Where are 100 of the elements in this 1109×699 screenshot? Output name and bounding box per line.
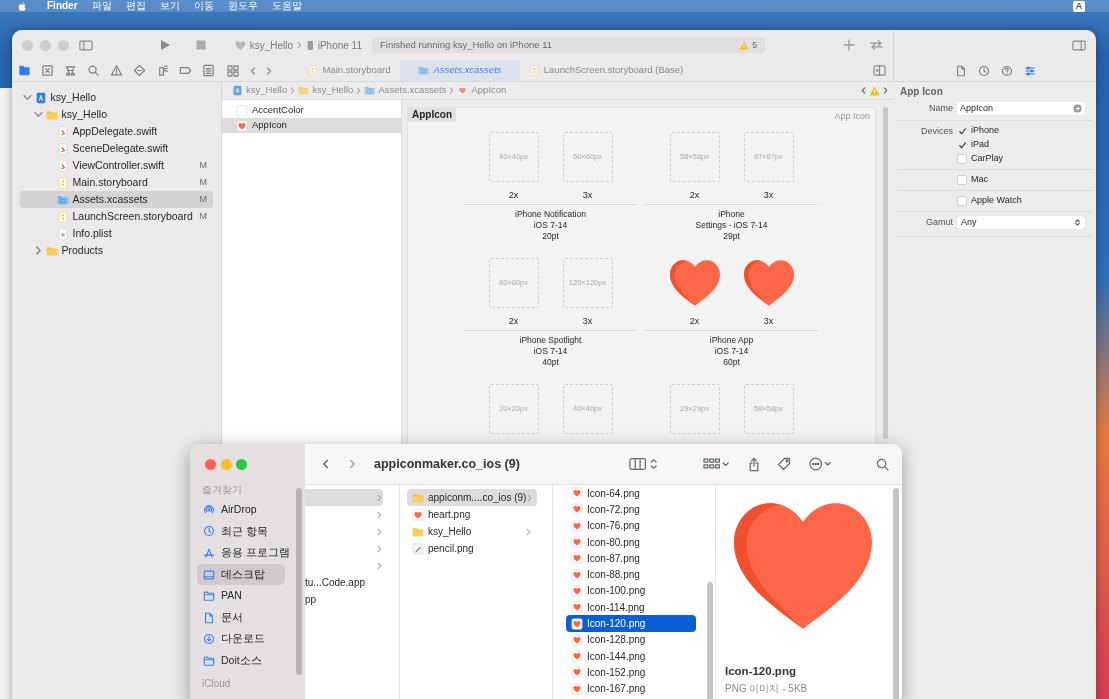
sliders-icon[interactable] bbox=[1024, 64, 1036, 77]
navigator-item[interactable]: Main.storyboard M bbox=[20, 174, 213, 191]
document-icon[interactable] bbox=[955, 64, 967, 77]
file-row[interactable]: Icon-80.png bbox=[566, 533, 696, 551]
checkbox[interactable] bbox=[957, 154, 967, 164]
sidebar-item[interactable]: AirDrop bbox=[197, 499, 285, 521]
hierarchy-icon[interactable] bbox=[64, 64, 77, 77]
file-row[interactable]: pencil.png bbox=[407, 540, 537, 557]
close-button[interactable] bbox=[205, 459, 216, 470]
checkbox[interactable] bbox=[957, 196, 967, 206]
name-field[interactable]: AppIcon bbox=[957, 102, 1085, 115]
file-row[interactable]: Icon-128.png bbox=[566, 631, 696, 648]
disclosure-icon[interactable] bbox=[33, 246, 43, 255]
chevron-icon bbox=[448, 86, 456, 95]
clock-icon[interactable] bbox=[978, 64, 990, 77]
scrollbar[interactable] bbox=[883, 107, 888, 439]
search-icon[interactable] bbox=[87, 64, 100, 77]
gamut-dropdown[interactable]: Any bbox=[957, 216, 1085, 230]
file-row[interactable]: pp bbox=[305, 591, 383, 608]
inspector-toggle-icon[interactable] bbox=[1072, 39, 1086, 51]
swap-arrows-icon[interactable] bbox=[869, 39, 884, 51]
plist-file-icon bbox=[56, 227, 69, 240]
checkbox[interactable] bbox=[957, 140, 967, 150]
sidebar-toggle-icon[interactable] bbox=[79, 39, 93, 51]
column-view-icon[interactable] bbox=[629, 457, 658, 471]
navigator-item[interactable]: ViewController.swift M bbox=[20, 157, 213, 174]
sidebar-item[interactable]: 문서 bbox=[197, 606, 285, 629]
file-row[interactable]: heart.png bbox=[407, 506, 537, 523]
file-row[interactable]: Icon-72.png bbox=[566, 501, 696, 518]
asset-item[interactable]: AppIcon bbox=[222, 118, 401, 133]
checkbox[interactable] bbox=[957, 126, 967, 136]
file-row[interactable]: appiconm....co_ios (9) bbox=[407, 489, 537, 506]
desktop-icon bbox=[203, 568, 215, 581]
file-row[interactable]: Icon-152.png bbox=[566, 664, 696, 681]
sidebar-item[interactable]: 최근 항목 bbox=[197, 520, 285, 543]
file-row[interactable]: Icon-100.png bbox=[566, 582, 696, 600]
file-row[interactable]: Icon-87.png bbox=[566, 550, 696, 567]
navigator-item[interactable]: Info.plist bbox=[20, 225, 213, 242]
navigator-item[interactable]: Assets.xcassets M bbox=[20, 191, 213, 208]
forward-icon[interactable] bbox=[348, 458, 357, 470]
grid-icon[interactable] bbox=[227, 64, 239, 77]
navigator-item[interactable]: AppDelegate.swift bbox=[20, 123, 213, 140]
share-icon[interactable] bbox=[748, 456, 760, 472]
file-row[interactable]: Icon-114.png bbox=[566, 599, 696, 616]
folder-icon bbox=[45, 244, 58, 257]
scheme-selector[interactable]: ksy_Hello iPhone 11 bbox=[234, 37, 362, 53]
sidebar-item[interactable]: PAN bbox=[197, 585, 285, 607]
slot-caption: 29pt bbox=[723, 230, 740, 242]
slot-caption: iOS 7-14 bbox=[714, 345, 749, 357]
navigator-item[interactable]: SceneDelegate.swift bbox=[20, 140, 213, 157]
apple-menu-icon[interactable] bbox=[17, 0, 27, 12]
x-square-icon[interactable] bbox=[41, 64, 54, 77]
previous-issue-icon[interactable] bbox=[860, 86, 867, 95]
forward-icon[interactable] bbox=[265, 65, 273, 76]
diamond-icon[interactable] bbox=[133, 64, 146, 77]
file-row[interactable]: ksy_Hello bbox=[407, 523, 537, 540]
heart-file-icon bbox=[571, 682, 583, 695]
zoom-button[interactable] bbox=[236, 459, 247, 470]
checkbox[interactable] bbox=[957, 175, 967, 185]
scrollbar[interactable] bbox=[707, 582, 713, 699]
stop-icon[interactable] bbox=[196, 40, 206, 50]
warning-icon[interactable] bbox=[110, 64, 123, 77]
next-issue-icon[interactable] bbox=[882, 86, 889, 95]
navigator-item[interactable]: LaunchScreen.storyboard M bbox=[20, 208, 213, 225]
list-icon[interactable] bbox=[202, 64, 215, 77]
file-row[interactable]: tu...Code.app bbox=[305, 574, 383, 591]
scrollbar[interactable] bbox=[893, 488, 899, 699]
heart-icon bbox=[236, 119, 248, 132]
go-arrow-icon[interactable] bbox=[1073, 104, 1082, 113]
back-icon[interactable] bbox=[321, 458, 330, 470]
navigator-item[interactable]: Products bbox=[20, 242, 213, 259]
add-icon[interactable] bbox=[843, 39, 855, 51]
tag-icon[interactable] bbox=[777, 457, 791, 471]
scrollbar[interactable] bbox=[296, 488, 302, 675]
help-icon[interactable] bbox=[1001, 64, 1013, 77]
file-row[interactable]: Icon-144.png bbox=[566, 647, 696, 665]
file-row[interactable]: Icon-167.png bbox=[566, 680, 696, 697]
back-icon[interactable] bbox=[249, 65, 257, 76]
add-editor-icon[interactable] bbox=[873, 65, 886, 76]
disclosure-icon[interactable] bbox=[22, 93, 32, 102]
tag-icon[interactable] bbox=[179, 64, 192, 77]
folder-icon[interactable] bbox=[18, 64, 31, 77]
navigator-item[interactable]: ksy_Hello bbox=[20, 106, 213, 123]
spray-icon[interactable] bbox=[156, 64, 169, 77]
sidebar-item[interactable]: Doit소스 bbox=[197, 650, 285, 672]
sidebar-item[interactable]: 데스크탑 bbox=[197, 563, 285, 586]
file-row[interactable]: Icon-64.png bbox=[566, 485, 696, 502]
warning-count[interactable]: 5 bbox=[752, 38, 757, 52]
asset-item[interactable]: AccentColor bbox=[222, 103, 401, 118]
input-source-icon[interactable]: A bbox=[1073, 0, 1085, 12]
file-row[interactable]: Icon-76.png bbox=[566, 517, 696, 534]
file-row[interactable]: Icon-88.png bbox=[566, 566, 696, 583]
group-icon[interactable] bbox=[703, 457, 730, 471]
heart-file-icon bbox=[571, 601, 583, 614]
file-row[interactable]: Icon-120.png bbox=[566, 615, 696, 632]
search-icon[interactable] bbox=[876, 457, 889, 471]
run-icon[interactable] bbox=[159, 39, 171, 51]
disclosure-icon[interactable] bbox=[33, 110, 43, 119]
sidebar-item[interactable]: 다운로드 bbox=[197, 628, 285, 651]
navigator-item[interactable]: ksy_Hello bbox=[20, 89, 213, 106]
